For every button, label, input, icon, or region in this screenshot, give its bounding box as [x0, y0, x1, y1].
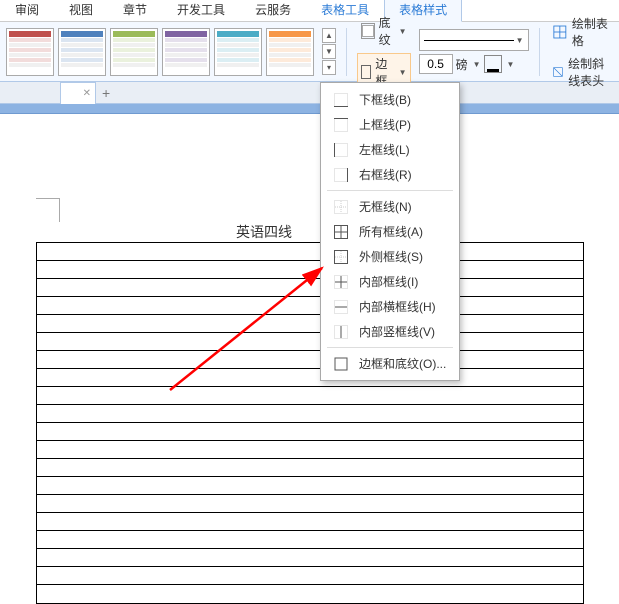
tab-devtools[interactable]: 开发工具 [162, 0, 240, 21]
border-inside-v-icon [333, 324, 349, 340]
menu-item-label: 左框线(L) [359, 141, 410, 158]
border-dropdown-menu: 下框线(B) 上框线(P) 左框线(L) 右框线(R) 无框线(N) 所有框线(A) 外侧框… [320, 82, 460, 381]
chevron-down-icon[interactable]: ▼ [473, 60, 481, 69]
border-menu-item-border-inside-v[interactable]: 内部竖框线(V) [321, 319, 459, 344]
diagonal-icon [553, 64, 563, 80]
ruler-band [0, 104, 619, 114]
menu-item-label: 内部竖框线(V) [359, 323, 435, 340]
line-preview [424, 40, 514, 41]
table-style-teal[interactable] [214, 28, 262, 76]
new-tab-button[interactable]: + [102, 85, 110, 101]
document-area: 英语四线 [0, 114, 619, 540]
menu-item-label: 右框线(R) [359, 166, 412, 183]
menu-item-label: 下框线(B) [359, 91, 411, 108]
english-lines-table[interactable] [36, 242, 584, 604]
chevron-down-icon: ▼ [516, 36, 524, 45]
border-menu-item-border-none[interactable]: 无框线(N) [321, 194, 459, 219]
border-bottom-icon [333, 92, 349, 108]
border-all-icon [333, 224, 349, 240]
line-style-dropdown[interactable]: ▼ [419, 29, 529, 51]
gallery-down-button[interactable]: ▼ [322, 44, 336, 59]
document-tab-bar: ✕ + [0, 82, 619, 104]
border-icon [361, 65, 372, 79]
page-title: 英语四线 [236, 222, 292, 242]
draw-diagonal-label: 绘制斜线表头 [568, 55, 613, 89]
shading-border-group: 底纹 ▼ 边框 ▼ [357, 12, 411, 91]
paint-bucket-icon [361, 23, 375, 39]
border-left-icon [333, 142, 349, 158]
menu-item-label: 上框线(P) [359, 116, 411, 133]
document-tab[interactable]: ✕ [60, 82, 96, 104]
draw-diagonal-button[interactable]: 绘制斜线表头 [553, 55, 613, 89]
menu-separator [327, 347, 453, 348]
menu-item-label: 内部框线(I) [359, 273, 418, 290]
tab-view[interactable]: 视图 [54, 0, 108, 21]
border-menu-item-border-left[interactable]: 左框线(L) [321, 137, 459, 162]
draw-group: 绘制表格 绘制斜线表头 [549, 15, 613, 89]
page-margin-marker [36, 198, 60, 222]
table-style-orange[interactable] [266, 28, 314, 76]
table-style-green[interactable] [110, 28, 158, 76]
shading-button[interactable]: 底纹 ▼ [357, 12, 411, 50]
line-style-group: ▼ 磅 ▼ ▼ [419, 29, 529, 74]
shading-label: 底纹 [379, 14, 393, 48]
draw-table-button[interactable]: 绘制表格 [553, 15, 613, 49]
tab-chapters[interactable]: 章节 [108, 0, 162, 21]
border-inside-icon [333, 274, 349, 290]
table-style-red[interactable] [6, 28, 54, 76]
weight-unit: 磅 [456, 56, 468, 73]
menu-separator [327, 190, 453, 191]
separator [346, 28, 347, 76]
chevron-down-icon[interactable]: ▼ [507, 60, 515, 69]
pen-color-button[interactable] [484, 55, 502, 73]
tab-cloud[interactable]: 云服务 [240, 0, 306, 21]
border-none-icon [333, 199, 349, 215]
border-menu-item-border-bottom[interactable]: 下框线(B) [321, 87, 459, 112]
table-style-blue[interactable] [58, 28, 106, 76]
gallery-more-button[interactable]: ▾ [322, 60, 336, 75]
menu-item-label: 无框线(N) [359, 198, 412, 215]
ribbon: ▲ ▼ ▾ 底纹 ▼ 边框 ▼ ▼ 磅 ▼ ▼ 绘制表 [0, 22, 619, 82]
ribbon-tabs: 审阅 视图 章节 开发工具 云服务 表格工具 表格样式 [0, 0, 619, 22]
menu-item-label: 外侧框线(S) [359, 248, 423, 265]
border-outside-icon [333, 249, 349, 265]
draw-table-icon [553, 24, 567, 40]
tab-review[interactable]: 审阅 [0, 0, 54, 21]
border-menu-item-border-top[interactable]: 上框线(P) [321, 112, 459, 137]
table-style-purple[interactable] [162, 28, 210, 76]
menu-item-label: 所有框线(A) [359, 223, 423, 240]
border-top-icon [333, 117, 349, 133]
menu-item-label: 边框和底纹(O)... [359, 355, 446, 372]
separator [539, 28, 540, 76]
close-icon[interactable]: ✕ [83, 88, 91, 99]
border-menu-item-border-inside[interactable]: 内部框线(I) [321, 269, 459, 294]
chevron-down-icon: ▼ [399, 27, 407, 36]
chevron-down-icon: ▼ [399, 68, 407, 77]
gallery-scroll: ▲ ▼ ▾ [322, 28, 336, 75]
border-menu-item-border-all[interactable]: 所有框线(A) [321, 219, 459, 244]
line-weight-input[interactable] [419, 54, 453, 74]
table-style-gallery [6, 28, 314, 76]
border-right-icon [333, 167, 349, 183]
border-menu-item-border-outside[interactable]: 外侧框线(S) [321, 244, 459, 269]
border-menu-item-border-dialog[interactable]: 边框和底纹(O)... [321, 351, 459, 376]
border-inside-h-icon [333, 299, 349, 315]
border-menu-item-border-right[interactable]: 右框线(R) [321, 162, 459, 187]
menu-item-label: 内部横框线(H) [359, 298, 436, 315]
border-dialog-icon [333, 356, 349, 372]
border-menu-item-border-inside-h[interactable]: 内部横框线(H) [321, 294, 459, 319]
draw-table-label: 绘制表格 [572, 15, 613, 49]
gallery-up-button[interactable]: ▲ [322, 28, 336, 43]
